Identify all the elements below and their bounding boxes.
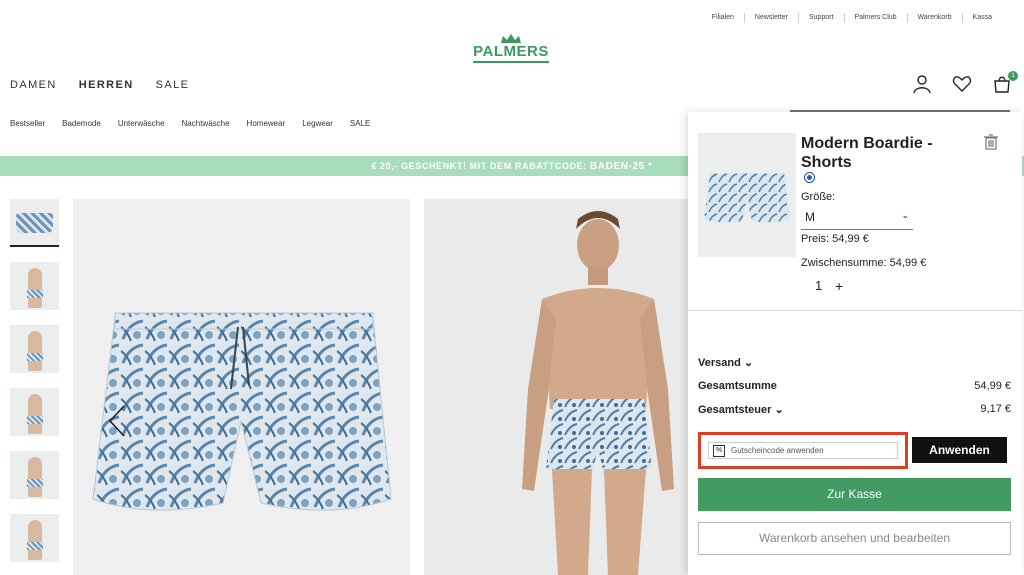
subnav-legwear[interactable]: Legwear	[302, 119, 333, 128]
percent-icon: %	[713, 444, 725, 457]
shipping-row[interactable]: Versand ⌄	[698, 356, 1011, 369]
promo-code: BADEN-25 *	[589, 161, 653, 172]
thumbnail-model-back[interactable]	[10, 451, 59, 499]
shopping-bag-icon[interactable]: 1	[992, 71, 1018, 94]
thumbnail-model-side[interactable]	[10, 325, 59, 373]
tax-label: Gesamtsteuer	[698, 404, 772, 416]
view-cart-button[interactable]: Warenkorb ansehen und bearbeiten	[698, 522, 1011, 555]
trash-icon[interactable]	[984, 134, 998, 150]
cart-divider	[688, 310, 1022, 311]
subnav-homewear[interactable]: Homewear	[247, 119, 286, 128]
thumbnail-list	[10, 199, 60, 575]
apply-coupon-button[interactable]: Anwenden	[912, 437, 1007, 463]
coupon-placeholder: Gutscheincode anwenden	[731, 446, 824, 455]
total-label: Gesamtsumme	[698, 380, 777, 392]
cart-count-badge: 1	[1008, 71, 1018, 81]
chevron-down-icon: ⌄	[743, 357, 754, 369]
thumbnail-shorts[interactable]	[10, 199, 59, 247]
link-filialen[interactable]: Filialen	[702, 13, 744, 23]
chevron-down-icon: ⌄	[774, 404, 784, 416]
heart-icon[interactable]	[952, 74, 972, 94]
color-swatch[interactable]	[804, 172, 815, 183]
coupon-highlight: % Gutscheincode anwenden	[698, 432, 908, 469]
utility-links: Filialen Newsletter Support Palmers Club…	[702, 13, 1002, 23]
subnav-sale[interactable]: SALE	[350, 119, 370, 128]
price-text: Preis: 54,99 €	[801, 233, 869, 245]
promo-text: € 20,- GESCHENKT! MIT DEM RABATTCODE:	[371, 161, 587, 171]
thumbnail-model-detail[interactable]	[10, 388, 59, 436]
sub-nav: Bestseller Bademode Unterwäsche Nachtwäs…	[10, 119, 370, 128]
quantity-value: 1	[815, 278, 823, 293]
logo-underline	[473, 61, 549, 63]
total-value: 54,99 €	[974, 380, 1011, 392]
link-kassa[interactable]: Kassa	[961, 13, 1002, 23]
nav-herren[interactable]: HERREN	[79, 79, 134, 91]
thumbnail-model-pose[interactable]	[10, 514, 59, 562]
tax-row[interactable]: Gesamtsteuer ⌄ 9,17 €	[698, 403, 1011, 416]
subnav-unterwaesche[interactable]: Unterwäsche	[118, 119, 165, 128]
coupon-input[interactable]: % Gutscheincode anwenden	[708, 442, 898, 459]
chevron-down-icon: ⌄	[901, 210, 909, 220]
cart-product-image[interactable]	[698, 133, 796, 257]
quantity-plus-button[interactable]: +	[835, 278, 843, 294]
nav-sale[interactable]: SALE	[156, 79, 190, 91]
link-palmers-club[interactable]: Palmers Club	[843, 13, 907, 23]
logo-text: PALMERS	[473, 43, 549, 60]
link-warenkorb[interactable]: Warenkorb	[906, 13, 962, 23]
tax-value: 9,17 €	[980, 403, 1011, 415]
user-icon[interactable]	[912, 74, 932, 94]
cart-drawer: Modern Boardie - Shorts Größe: M ⌄ Preis…	[688, 112, 1022, 575]
link-support[interactable]: Support	[798, 13, 844, 23]
shipping-label: Versand	[698, 357, 741, 369]
size-select[interactable]: M ⌄	[801, 208, 913, 230]
thumbnail-model-front[interactable]	[10, 262, 59, 310]
nav-damen[interactable]: DAMEN	[10, 79, 57, 91]
size-label: Größe:	[801, 191, 836, 203]
checkout-button[interactable]: Zur Kasse	[698, 478, 1011, 511]
size-value: M	[805, 210, 815, 224]
link-newsletter[interactable]: Newsletter	[743, 13, 798, 23]
subnav-bademode[interactable]: Bademode	[62, 119, 101, 128]
header-icons: 1	[912, 71, 1018, 94]
subtotal-text: Zwischensumme: 54,99 €	[801, 257, 927, 269]
subnav-bestseller[interactable]: Bestseller	[10, 119, 45, 128]
main-nav: DAMEN HERREN SALE	[10, 79, 189, 91]
total-row: Gesamtsumme 54,99 €	[698, 380, 1011, 392]
logo[interactable]: PALMERS	[473, 34, 549, 66]
subnav-nachtwaesche[interactable]: Nachtwäsche	[182, 119, 230, 128]
chevron-left-icon[interactable]	[104, 404, 134, 438]
cart-product-title[interactable]: Modern Boardie - Shorts	[801, 134, 971, 172]
product-image-shorts	[73, 199, 410, 575]
